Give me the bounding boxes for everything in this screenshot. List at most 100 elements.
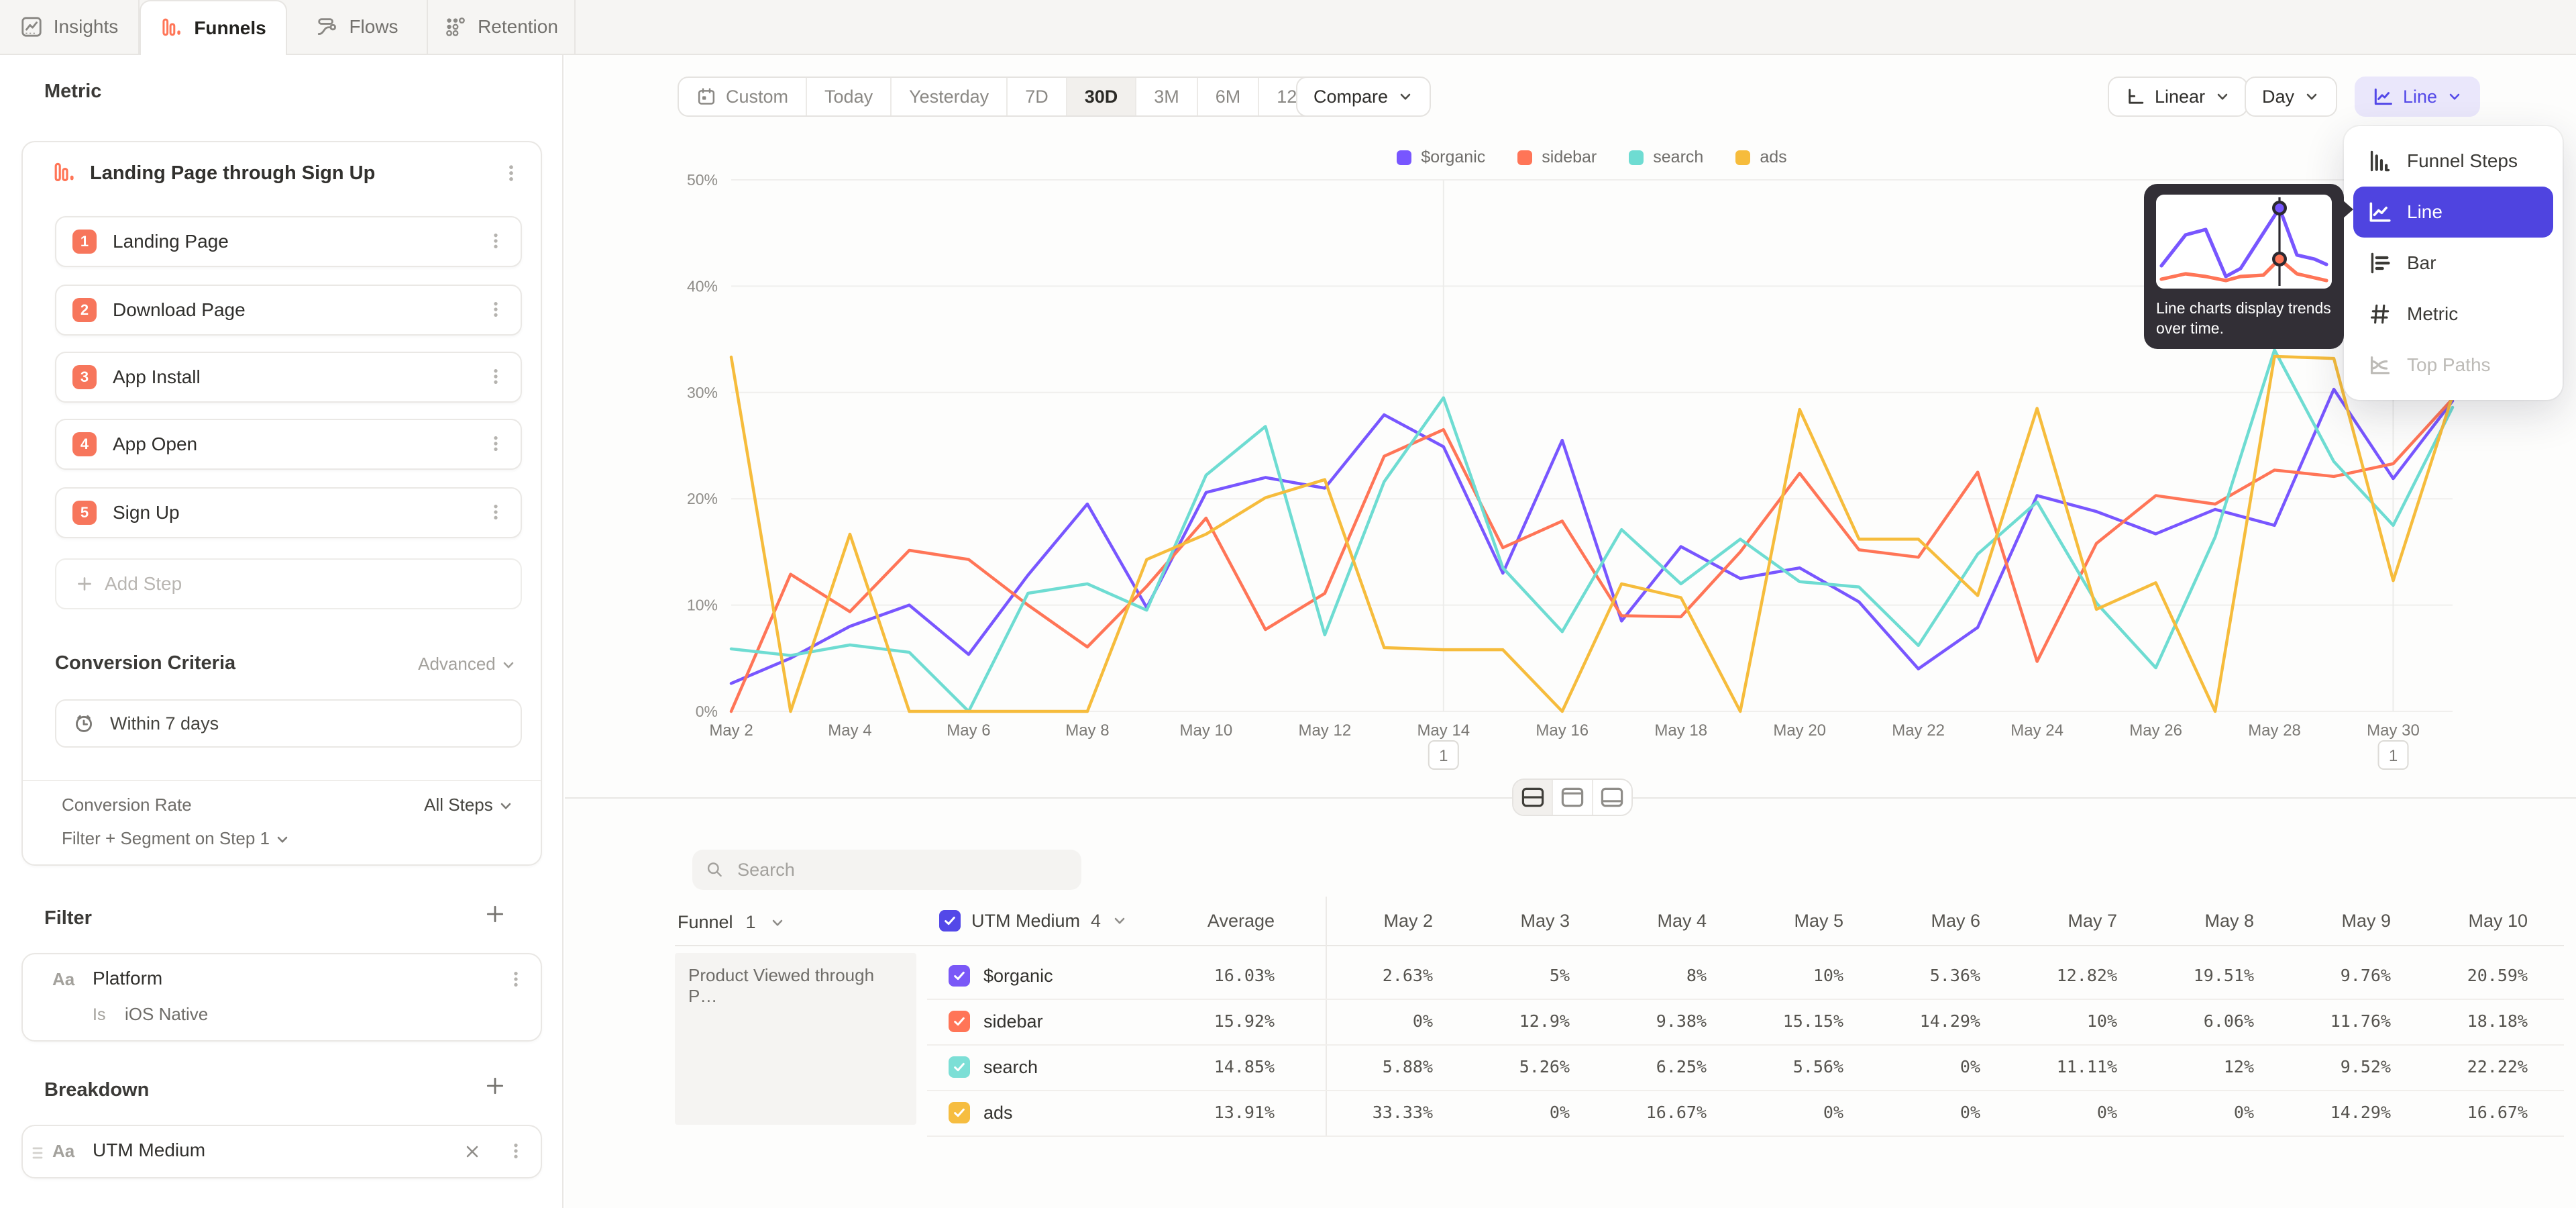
add-breakdown-button[interactable] [484,1075,506,1097]
day-column-header[interactable]: May 6 [1857,897,1980,945]
interval-dropdown[interactable]: Day [2245,77,2337,117]
day-column-header[interactable]: May 5 [1720,897,1843,945]
funnel-step-row[interactable]: 3 App Install [55,352,522,403]
table-row[interactable]: sidebar 15.92%0%12.9%9.38%15.15%14.29%10… [565,999,2576,1044]
date-range-label: 3M [1154,87,1179,107]
day-value: 12.9% [1446,999,1570,1044]
compare-button[interactable]: Compare [1296,77,1431,117]
metric-card: Landing Page through Sign Up 1 Landing P… [21,141,542,866]
header-divider [675,945,2564,946]
kebab-icon [506,1141,526,1161]
menu-item-bar[interactable]: Bar [2353,238,2553,289]
funnel-step-row[interactable]: 2 Download Page [55,285,522,336]
line-chart-icon [2372,86,2394,107]
legend-item-ads[interactable]: ads [1735,148,1786,167]
day-value: 5.88% [1309,1044,1433,1090]
column-label: Funnel [678,912,733,932]
menu-item-metric[interactable]: Metric [2353,289,2553,340]
day-column-header[interactable]: May 7 [1994,897,2117,945]
series-line-$organic[interactable] [731,389,2453,683]
series-checkbox[interactable] [949,965,970,987]
day-value: 0% [1446,1090,1570,1136]
day-column-header[interactable]: May 10 [2404,897,2528,945]
table-row[interactable]: $organic 16.03%2.63%5%8%10%5.36%12.82%19… [565,953,2576,999]
drag-handle-icon[interactable] [30,1144,46,1162]
filter-card-platform[interactable]: Aa Platform Is iOS Native [21,953,542,1042]
chevron-down-icon [1397,89,1413,105]
select-all-checkbox[interactable] [939,910,961,932]
tab-retention[interactable]: Retention [428,0,576,54]
filter-kebab-menu[interactable] [506,969,527,991]
date-range-custom[interactable]: Custom [679,78,807,115]
step-number-badge: 1 [72,230,97,254]
tab-label: Flows [349,16,398,38]
funnel-step-row[interactable]: 4 App Open [55,419,522,470]
step-number-badge: 4 [72,432,97,456]
date-range-3m[interactable]: 3M [1136,78,1198,115]
step-kebab-menu[interactable] [486,299,507,321]
date-range-yesterday[interactable]: Yesterday [892,78,1008,115]
advanced-dropdown[interactable]: Advanced [418,654,517,674]
search-input[interactable] [735,858,1068,882]
funnel-step-row[interactable]: 1 Landing Page [55,216,522,267]
funnel-step-row[interactable]: 5 Sign Up [55,487,522,538]
funnel-kebab-menu[interactable] [500,162,522,184]
step-kebab-menu[interactable] [486,231,507,252]
legend-item-search[interactable]: search [1629,148,1703,167]
legend-swatch [1735,150,1750,165]
day-value: 0% [2131,1090,2254,1136]
table-row[interactable]: search 14.85%5.88%5.26%6.25%5.56%0%11.11… [565,1044,2576,1090]
day-value: 5.36% [1857,953,1980,999]
breakdown-kebab-menu[interactable] [506,1141,527,1162]
series-checkbox[interactable] [949,1102,970,1123]
funnel-metric-icon [52,161,76,185]
date-range-30d[interactable]: 30D [1067,78,1137,115]
series-checkbox[interactable] [949,1056,970,1078]
legend-item-$organic[interactable]: $organic [1397,148,1485,167]
table-search[interactable] [692,850,1081,890]
tab-flows[interactable]: Flows [287,0,428,54]
x-axis-tick: May 2 [709,721,753,740]
filter-section-label: Filter [44,907,92,929]
date-range-6m[interactable]: 6M [1198,78,1260,115]
breakdown-card-utm-medium[interactable]: Aa UTM Medium [21,1125,542,1178]
add-step-button[interactable]: Add Step [55,558,522,609]
breakdown-property-label: UTM Medium [93,1140,205,1161]
legend-item-sidebar[interactable]: sidebar [1517,148,1597,167]
step-kebab-menu[interactable] [486,366,507,388]
average-column-header[interactable]: Average [1151,897,1275,945]
day-column-header[interactable]: May 2 [1309,897,1433,945]
funnel-column-header[interactable]: Funnel 1 [678,897,786,946]
layout-split-view-button[interactable] [1513,780,1553,815]
table-row[interactable]: ads 13.91%33.33%0%16.67%0%0%0%0%14.29%16… [565,1090,2576,1136]
funnels-icon [160,17,183,40]
filter-segment-dropdown[interactable]: Filter + Segment on Step 1 [62,828,290,849]
kebab-icon [486,434,506,454]
date-range-7d[interactable]: 7D [1008,78,1067,115]
series-checkbox[interactable] [949,1011,970,1032]
menu-item-top-paths[interactable]: Top Paths [2353,340,2553,391]
step-number-badge: 2 [72,298,97,322]
add-filter-button[interactable] [484,903,506,925]
date-range-today[interactable]: Today [807,78,892,115]
remove-breakdown-button[interactable] [463,1142,482,1161]
all-steps-dropdown[interactable]: All Steps [424,795,514,815]
conversion-window-button[interactable]: Within 7 days [55,699,522,748]
menu-item-funnel-steps[interactable]: Funnel Steps [2353,136,2553,187]
breakdown-column-header[interactable]: UTM Medium 4 [939,897,1128,945]
day-column-header[interactable]: May 3 [1446,897,1570,945]
tab-insights[interactable]: Insights [0,0,140,54]
x-axis-tick: May 26 [2129,721,2182,740]
step-kebab-menu[interactable] [486,434,507,455]
chart-type-dropdown[interactable]: Line [2355,77,2480,117]
tab-funnels[interactable]: Funnels [140,0,287,55]
layout-chart-only-button[interactable] [1553,780,1593,815]
layout-table-only-button[interactable] [1593,780,1631,815]
menu-item-line[interactable]: Line [2353,187,2553,238]
scale-dropdown[interactable]: Linear [2108,77,2248,117]
day-column-header[interactable]: May 8 [2131,897,2254,945]
y-axis-tick: 40% [687,277,718,295]
day-column-header[interactable]: May 4 [1583,897,1707,945]
day-column-header[interactable]: May 9 [2267,897,2391,945]
step-kebab-menu[interactable] [486,502,507,523]
